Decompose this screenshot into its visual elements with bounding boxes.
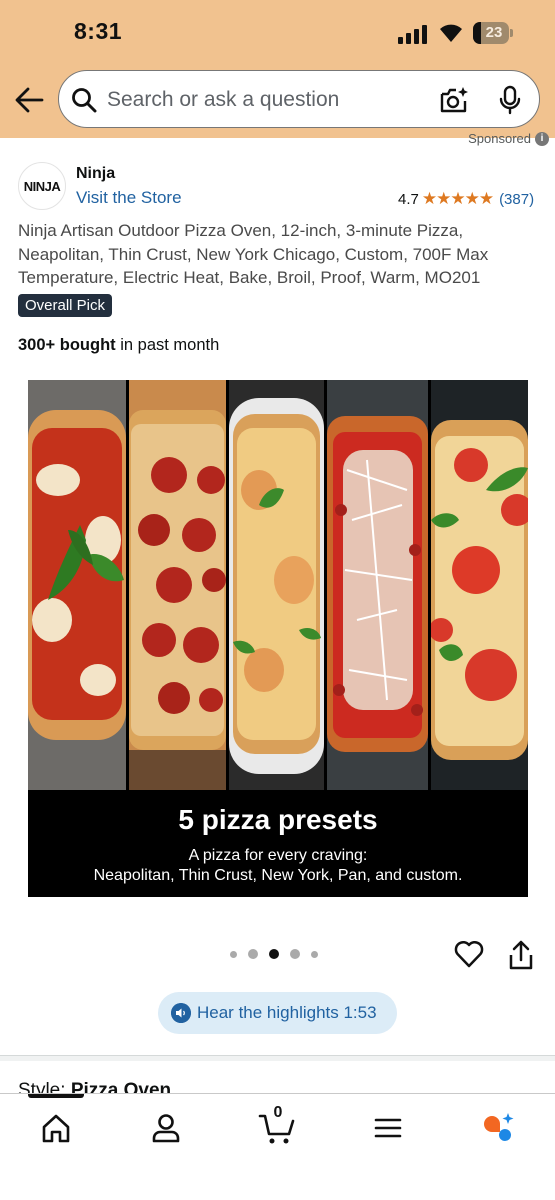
- image-pagination[interactable]: [230, 949, 318, 959]
- status-time: 8:31: [74, 18, 123, 44]
- account-icon[interactable]: [146, 1110, 186, 1146]
- page-dot[interactable]: [290, 949, 300, 959]
- back-arrow-icon[interactable]: [14, 86, 44, 114]
- page-dot-active[interactable]: [269, 949, 279, 959]
- active-tab-indicator: [28, 1094, 84, 1098]
- search-icon: [72, 88, 97, 113]
- cellular-signal-icon: [398, 24, 430, 44]
- sponsored-label[interactable]: Sponsored i: [468, 131, 549, 146]
- brand-name: Ninja: [76, 165, 116, 182]
- search-bar[interactable]: Search or ask a question: [58, 70, 540, 128]
- pizza-pan-image: [327, 380, 428, 790]
- info-icon: i: [535, 131, 549, 146]
- pizza-new-york-image: [229, 380, 324, 790]
- product-image[interactable]: 5 pizza presets A pizza for every cravin…: [28, 380, 528, 897]
- menu-icon[interactable]: [368, 1110, 408, 1146]
- bottom-nav: 0: [0, 1093, 555, 1200]
- rufus-assistant-icon[interactable]: [478, 1110, 518, 1146]
- page-dot[interactable]: [311, 950, 318, 958]
- caption-presets: Neapolitan, Thin Crust, New York, Pan, a…: [93, 867, 463, 884]
- bought-count: 300+ bought in past month: [18, 336, 220, 354]
- rating-count[interactable]: (387): [499, 191, 534, 208]
- section-divider: [0, 1055, 555, 1061]
- hear-highlights-label: Hear the highlights 1:53: [197, 1003, 377, 1022]
- battery-icon: 23: [473, 22, 513, 44]
- star-rating-icon: ★★★★★: [421, 189, 494, 208]
- caption-subtitle: A pizza for every craving:: [188, 847, 368, 864]
- search-input[interactable]: Search or ask a question: [107, 88, 339, 112]
- pizza-custom-image: [431, 380, 528, 790]
- pizza-thin-crust-image: [129, 380, 226, 790]
- page-dot[interactable]: [248, 949, 258, 959]
- microphone-icon[interactable]: [499, 85, 521, 115]
- header: 8:31 23 Search or ask a question: [0, 0, 555, 138]
- camera-search-icon[interactable]: [439, 85, 469, 115]
- cart-count: 0: [273, 1104, 283, 1121]
- cart-button[interactable]: 0: [258, 1104, 298, 1146]
- caption-title: 5 pizza presets: [178, 804, 378, 835]
- rating[interactable]: 4.7 ★★★★★ (387): [398, 189, 534, 209]
- rating-value: 4.7: [398, 190, 419, 208]
- share-icon[interactable]: [508, 940, 534, 970]
- hear-highlights-button[interactable]: Hear the highlights 1:53: [158, 992, 397, 1034]
- wifi-icon: [440, 24, 462, 42]
- page-dot[interactable]: [230, 950, 237, 958]
- overall-pick-badge[interactable]: Overall Pick: [18, 294, 113, 317]
- visit-store-link[interactable]: Visit the Store: [76, 188, 182, 208]
- pizza-neapolitan-image: [28, 380, 126, 790]
- battery-level: 23: [485, 24, 503, 41]
- audio-icon: [171, 1003, 191, 1023]
- image-caption: 5 pizza presets A pizza for every cravin…: [28, 790, 528, 897]
- brand-logo[interactable]: NINJA: [18, 162, 66, 210]
- home-icon[interactable]: [36, 1110, 76, 1146]
- heart-icon[interactable]: [454, 940, 484, 968]
- product-title: Ninja Artisan Outdoor Pizza Oven, 12-inc…: [18, 221, 489, 287]
